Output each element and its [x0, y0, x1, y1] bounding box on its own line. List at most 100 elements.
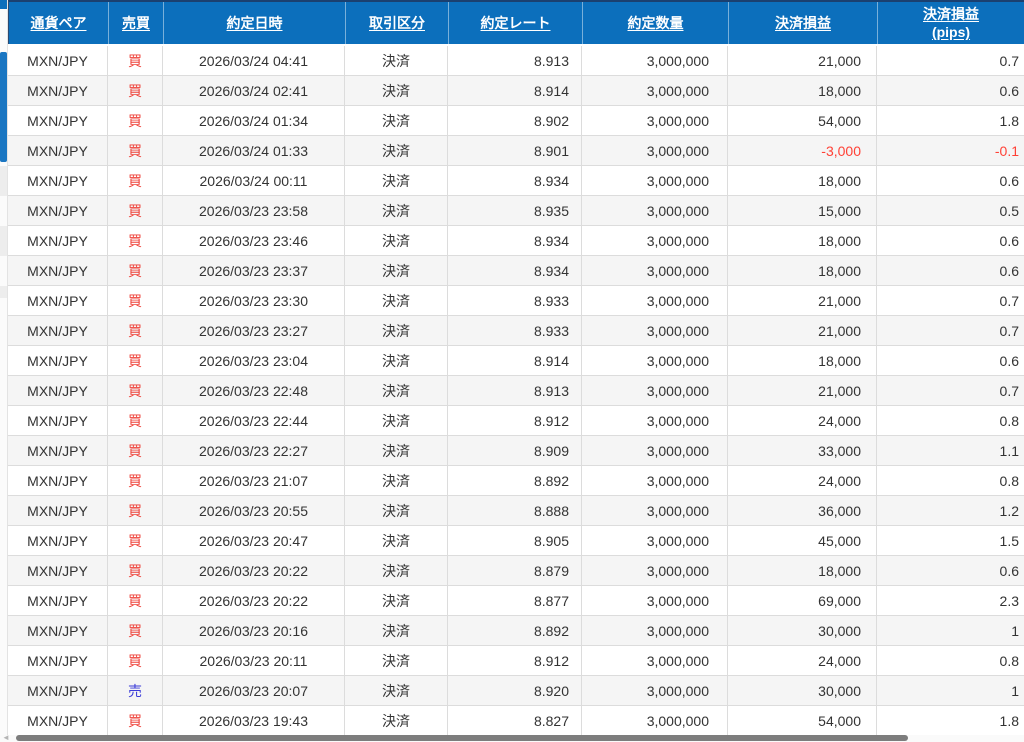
cell-buy-sell: 買	[108, 616, 163, 645]
table-row[interactable]: MXN/JPY 買 2026/03/24 01:34 決済 8.902 3,00…	[8, 106, 1024, 136]
cell-settlement-pl-pips: 0.6	[999, 352, 1019, 369]
cell-execution-datetime: 2026/03/23 20:22	[163, 556, 345, 585]
table-row[interactable]: MXN/JPY 買 2026/03/23 20:16 決済 8.892 3,00…	[8, 616, 1024, 646]
column-header-currency-pair[interactable]: 通貨ペア	[9, 2, 109, 44]
vertical-scrollbar-track-segment	[0, 166, 7, 196]
table-row[interactable]: MXN/JPY 買 2026/03/23 23:27 決済 8.933 3,00…	[8, 316, 1024, 346]
table-row[interactable]: MXN/JPY 買 2026/03/24 04:41 決済 8.913 3,00…	[8, 46, 1024, 76]
vertical-scrollbar-thumb[interactable]	[0, 52, 7, 162]
cell-execution-quantity: 3,000,000	[582, 136, 728, 165]
column-header-settlement-pl[interactable]: 決済損益	[729, 2, 878, 44]
cell-execution-rate: 8.901	[448, 136, 582, 165]
table-row[interactable]: MXN/JPY 買 2026/03/23 19:43 決済 8.827 3,00…	[8, 706, 1024, 736]
table-row[interactable]: MXN/JPY 買 2026/03/23 20:11 決済 8.912 3,00…	[8, 646, 1024, 676]
cell-execution-quantity: 3,000,000	[582, 76, 728, 105]
cell-currency-pair: MXN/JPY	[8, 406, 108, 435]
cell-execution-datetime: 2026/03/23 20:55	[163, 496, 345, 525]
table-row[interactable]: MXN/JPY 売 2026/03/23 20:07 決済 8.920 3,00…	[8, 676, 1024, 706]
cell-currency-pair: MXN/JPY	[8, 586, 108, 615]
cell-execution-datetime: 2026/03/23 23:27	[163, 316, 345, 345]
column-header-execution-quantity[interactable]: 約定数量	[583, 2, 729, 44]
column-header-execution-rate[interactable]: 約定レート	[449, 2, 583, 44]
cell-execution-quantity: 3,000,000	[582, 676, 728, 705]
cell-execution-quantity: 3,000,000	[582, 526, 728, 555]
cell-execution-quantity: 3,000,000	[582, 466, 728, 495]
cell-buy-sell: 買	[108, 376, 163, 405]
cell-execution-datetime: 2026/03/24 04:41	[163, 46, 345, 75]
vertical-scrollbar-track-segment	[0, 286, 7, 298]
cell-execution-datetime: 2026/03/23 20:16	[163, 616, 345, 645]
cell-buy-sell: 買	[108, 166, 163, 195]
cell-execution-datetime: 2026/03/23 21:07	[163, 466, 345, 495]
cell-execution-rate: 8.879	[448, 556, 582, 585]
table-row[interactable]: MXN/JPY 買 2026/03/23 20:22 決済 8.877 3,00…	[8, 586, 1024, 616]
table-row[interactable]: MXN/JPY 買 2026/03/23 20:55 決済 8.888 3,00…	[8, 496, 1024, 526]
table-row[interactable]: MXN/JPY 買 2026/03/24 01:33 決済 8.901 3,00…	[8, 136, 1024, 166]
cell-execution-rate: 8.877	[448, 586, 582, 615]
table-row[interactable]: MXN/JPY 買 2026/03/24 02:41 決済 8.914 3,00…	[8, 76, 1024, 106]
cell-settlement-pl-pips: 0.6	[999, 232, 1019, 249]
table-row[interactable]: MXN/JPY 買 2026/03/23 23:30 決済 8.933 3,00…	[8, 286, 1024, 316]
cell-buy-sell: 買	[108, 436, 163, 465]
cell-trade-type: 決済	[345, 526, 448, 555]
table-row[interactable]: MXN/JPY 買 2026/03/23 23:04 決済 8.914 3,00…	[8, 346, 1024, 376]
cell-settlement-pl: 33,000	[728, 436, 877, 465]
cell-trade-type: 決済	[345, 556, 448, 585]
cell-buy-sell: 買	[108, 256, 163, 285]
cell-execution-datetime: 2026/03/23 19:43	[163, 706, 345, 735]
column-header-trade-type[interactable]: 取引区分	[346, 2, 449, 44]
cell-trade-type: 決済	[345, 436, 448, 465]
table-row[interactable]: MXN/JPY 買 2026/03/24 00:11 決済 8.934 3,00…	[8, 166, 1024, 196]
scroll-left-arrow-icon[interactable]: ◄	[1, 733, 11, 742]
cell-execution-quantity: 3,000,000	[582, 556, 728, 585]
table-row[interactable]: MXN/JPY 買 2026/03/23 22:44 決済 8.912 3,00…	[8, 406, 1024, 436]
cell-execution-rate: 8.902	[448, 106, 582, 135]
cell-buy-sell: 買	[108, 76, 163, 105]
table-row[interactable]: MXN/JPY 買 2026/03/23 20:47 決済 8.905 3,00…	[8, 526, 1024, 556]
column-header-execution-datetime[interactable]: 約定日時	[164, 2, 346, 44]
horizontal-scrollbar[interactable]: ◄	[0, 733, 1024, 742]
cell-settlement-pl: 21,000	[728, 316, 877, 345]
cell-settlement-pl: 30,000	[728, 616, 877, 645]
cell-buy-sell: 買	[108, 226, 163, 255]
cell-execution-quantity: 3,000,000	[582, 166, 728, 195]
cell-execution-rate: 8.934	[448, 256, 582, 285]
cell-settlement-pl-pips: 0.7	[999, 382, 1019, 399]
cell-currency-pair: MXN/JPY	[8, 676, 108, 705]
cell-trade-type: 決済	[345, 346, 448, 375]
table-row[interactable]: MXN/JPY 買 2026/03/23 22:27 決済 8.909 3,00…	[8, 436, 1024, 466]
cell-currency-pair: MXN/JPY	[8, 136, 108, 165]
cell-currency-pair: MXN/JPY	[8, 196, 108, 225]
cell-currency-pair: MXN/JPY	[8, 226, 108, 255]
cell-execution-datetime: 2026/03/23 23:46	[163, 226, 345, 255]
cell-buy-sell: 買	[108, 556, 163, 585]
cell-buy-sell: 買	[108, 286, 163, 315]
table-row[interactable]: MXN/JPY 買 2026/03/23 22:48 決済 8.913 3,00…	[8, 376, 1024, 406]
cell-buy-sell: 買	[108, 136, 163, 165]
cell-execution-quantity: 3,000,000	[582, 376, 728, 405]
table-row[interactable]: MXN/JPY 買 2026/03/23 23:58 決済 8.935 3,00…	[8, 196, 1024, 226]
cell-execution-rate: 8.920	[448, 676, 582, 705]
cell-buy-sell: 買	[108, 496, 163, 525]
column-header-settlement-pl-pips[interactable]: 決済損益 (pips)	[878, 2, 1024, 44]
cell-trade-type: 決済	[345, 256, 448, 285]
horizontal-scrollbar-thumb[interactable]	[16, 735, 908, 741]
cell-execution-datetime: 2026/03/23 20:47	[163, 526, 345, 555]
table-header-row: 通貨ペア 売買 約定日時 取引区分 約定レート 約定数量 決済損益 決済損益 (…	[8, 0, 1024, 44]
cell-settlement-pl-pips: 1.8	[999, 712, 1019, 729]
cell-settlement-pl: 54,000	[728, 106, 877, 135]
cell-settlement-pl-pips: 0.6	[999, 262, 1019, 279]
cell-trade-type: 決済	[345, 616, 448, 645]
cell-trade-type: 決済	[345, 316, 448, 345]
cell-buy-sell: 買	[108, 46, 163, 75]
cell-settlement-pl: 18,000	[728, 76, 877, 105]
table-row[interactable]: MXN/JPY 買 2026/03/23 23:46 決済 8.934 3,00…	[8, 226, 1024, 256]
table-row[interactable]: MXN/JPY 買 2026/03/23 23:37 決済 8.934 3,00…	[8, 256, 1024, 286]
table-row[interactable]: MXN/JPY 買 2026/03/23 21:07 決済 8.892 3,00…	[8, 466, 1024, 496]
column-header-buy-sell[interactable]: 売買	[109, 2, 164, 44]
cell-settlement-pl: 15,000	[728, 196, 877, 225]
table-row[interactable]: MXN/JPY 買 2026/03/23 20:22 決済 8.879 3,00…	[8, 556, 1024, 586]
cell-execution-rate: 8.914	[448, 76, 582, 105]
cell-settlement-pl-pips: 1.8	[999, 112, 1019, 129]
vertical-scrollbar[interactable]	[0, 0, 8, 735]
